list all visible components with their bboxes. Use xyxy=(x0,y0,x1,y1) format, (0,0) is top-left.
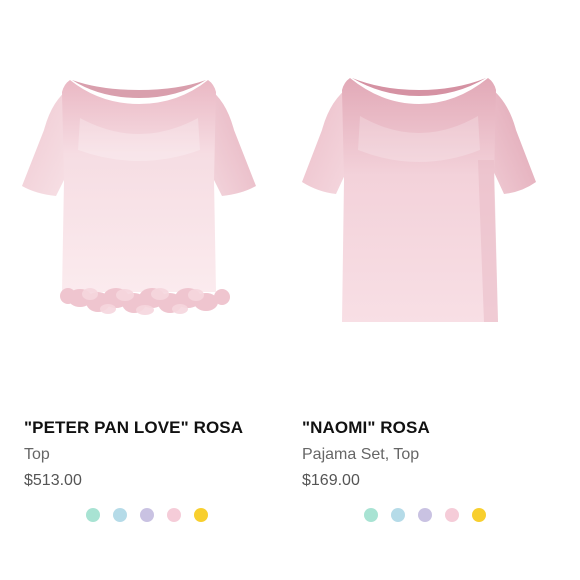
swatch-light-blue[interactable] xyxy=(391,508,405,522)
product-grid: "PETER PAN LOVE" ROSA Top $513.00 "NAOMI… xyxy=(0,0,580,580)
color-swatches xyxy=(86,508,208,522)
swatch-pink[interactable] xyxy=(445,508,459,522)
swatch-yellow[interactable] xyxy=(194,508,208,522)
product-category: Top xyxy=(24,446,50,463)
swatch-light-blue[interactable] xyxy=(113,508,127,522)
product-name[interactable]: "NAOMI" ROSA xyxy=(302,418,430,438)
color-swatches xyxy=(364,508,486,522)
swatch-mint[interactable] xyxy=(86,508,100,522)
swatch-yellow[interactable] xyxy=(472,508,486,522)
product-category: Pajama Set, Top xyxy=(302,446,420,463)
swatch-pink[interactable] xyxy=(167,508,181,522)
product-card-naomi[interactable]: "NAOMI" ROSA Pajama Set, Top $169.00 xyxy=(290,0,568,580)
swatch-lavender[interactable] xyxy=(418,508,432,522)
product-name[interactable]: "PETER PAN LOVE" ROSA xyxy=(24,418,243,438)
product-price: $169.00 xyxy=(302,472,360,489)
product-price: $513.00 xyxy=(24,472,82,489)
product-image-naomi[interactable] xyxy=(290,0,568,395)
swatch-lavender[interactable] xyxy=(140,508,154,522)
product-image-peter-pan-love[interactable] xyxy=(0,0,278,395)
product-card-peter-pan-love[interactable]: "PETER PAN LOVE" ROSA Top $513.00 xyxy=(0,0,278,580)
swatch-mint[interactable] xyxy=(364,508,378,522)
